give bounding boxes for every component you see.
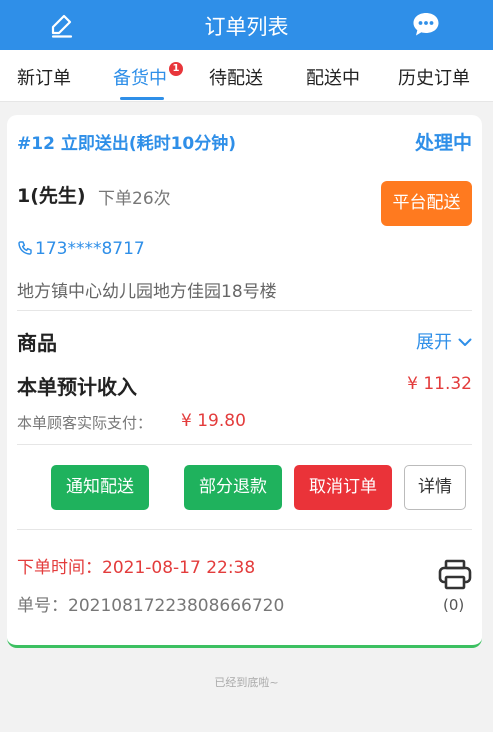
order-time: 下单时间：2021-08-17 22:38 bbox=[17, 558, 256, 578]
list-end-note: 已经到底啦~ bbox=[214, 676, 279, 689]
tab-delivering[interactable]: 配送中 bbox=[306, 64, 360, 90]
chevron-down-icon bbox=[458, 338, 472, 346]
customer-name: 1(先生) bbox=[17, 185, 86, 207]
divider bbox=[17, 444, 472, 445]
printer-icon[interactable] bbox=[437, 559, 473, 591]
divider bbox=[17, 310, 472, 311]
customer-order-count: 下单26次 bbox=[98, 189, 171, 209]
notify-delivery-button[interactable]: 通知配送 bbox=[51, 465, 149, 510]
expand-goods-toggle[interactable]: 展开 bbox=[416, 328, 472, 354]
paid-label: 本单顾客实际支付： bbox=[17, 414, 153, 432]
cancel-order-button[interactable]: 取消订单 bbox=[294, 465, 392, 510]
income-value: ¥ 11.32 bbox=[407, 374, 472, 394]
tab-badge: 1 bbox=[169, 62, 183, 76]
partial-refund-button[interactable]: 部分退款 bbox=[184, 465, 282, 510]
tab-new-orders[interactable]: 新订单 bbox=[17, 64, 71, 90]
order-card: #12 立即送出(耗时10分钟) 处理中 1(先生) 下单26次 平台配送 17… bbox=[7, 115, 482, 648]
income-label: 本单预计收入 bbox=[17, 375, 137, 399]
order-tabs: 新订单 备货中 1 待配送 配送中 历史订单 bbox=[0, 50, 493, 102]
platform-delivery-button[interactable]: 平台配送 bbox=[381, 181, 472, 226]
divider bbox=[17, 529, 472, 530]
paid-value: ¥ 19.80 bbox=[181, 411, 246, 431]
order-status: 处理中 bbox=[414, 132, 472, 154]
chat-icon[interactable] bbox=[412, 11, 440, 37]
tab-awaiting-delivery[interactable]: 待配送 bbox=[209, 64, 263, 90]
app-header: 订单列表 bbox=[0, 0, 493, 50]
expand-label: 展开 bbox=[416, 332, 452, 353]
order-number: 单号：20210817223808666720 bbox=[17, 596, 285, 616]
phone-icon bbox=[18, 241, 32, 255]
tab-preparing[interactable]: 备货中 bbox=[113, 64, 167, 90]
details-button[interactable]: 详情 bbox=[404, 465, 466, 510]
customer-phone[interactable]: 173****8717 bbox=[17, 239, 145, 259]
delivery-address: 地方镇中心幼儿园地方佳园18号楼 bbox=[17, 282, 277, 302]
active-tab-indicator bbox=[120, 97, 164, 100]
tab-history[interactable]: 历史订单 bbox=[398, 64, 470, 90]
print-count: (0) bbox=[443, 596, 465, 614]
phone-number: 173****8717 bbox=[35, 239, 145, 259]
order-header: #12 立即送出(耗时10分钟) bbox=[17, 134, 237, 154]
goods-label: 商品 bbox=[17, 331, 57, 355]
